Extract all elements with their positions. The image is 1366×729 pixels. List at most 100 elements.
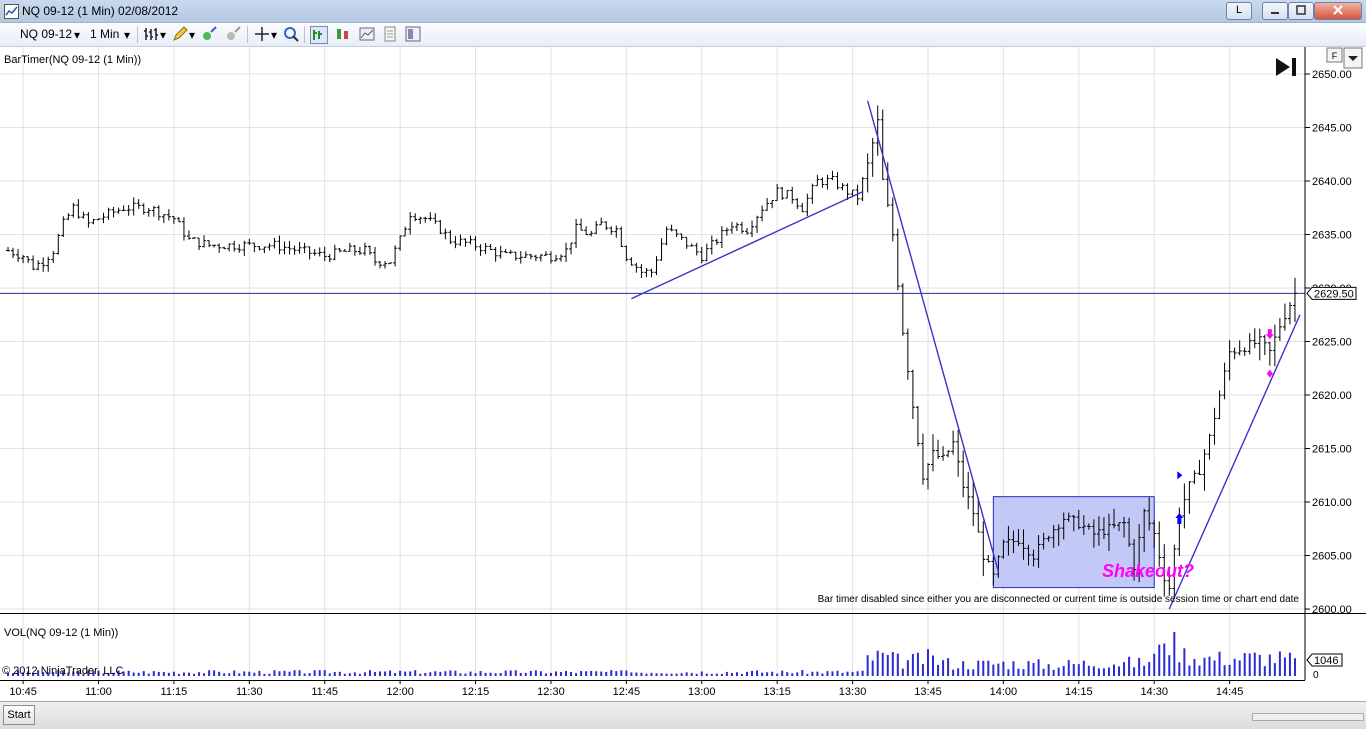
volume-bar bbox=[484, 672, 487, 676]
zoom-in-icon[interactable] bbox=[201, 26, 217, 42]
volume-bar bbox=[233, 670, 236, 676]
volume-bar bbox=[479, 671, 482, 676]
volume-bar bbox=[363, 672, 366, 676]
volume-bar bbox=[228, 673, 231, 676]
volume-bar bbox=[1193, 658, 1196, 676]
volume-bar bbox=[655, 673, 658, 676]
volume-bar bbox=[730, 672, 733, 676]
volume-bar bbox=[580, 671, 583, 676]
arrow-up-marker bbox=[1175, 513, 1184, 525]
bar-timer-message: Bar timer disabled since either you are … bbox=[818, 594, 1300, 605]
maximize-icon[interactable] bbox=[1288, 2, 1314, 20]
price-chart[interactable]: 2600.00 2605.00 2610.00 2615.00 2620.00 2625.… bbox=[0, 47, 1366, 614]
toolbar-separator bbox=[304, 26, 305, 43]
volume-bar bbox=[203, 673, 206, 676]
volume-bar bbox=[1107, 667, 1110, 676]
x-tick-label: 14:45 bbox=[1216, 686, 1244, 698]
signal-markers bbox=[1175, 329, 1274, 525]
strategies-icon[interactable] bbox=[335, 26, 351, 42]
volume-bar bbox=[1203, 657, 1206, 676]
volume-bar bbox=[313, 670, 316, 676]
volume-bar bbox=[826, 671, 829, 676]
volume-bar bbox=[368, 670, 371, 676]
f-button-label: F bbox=[1332, 51, 1338, 61]
volume-bar bbox=[474, 673, 477, 676]
bar-type-dropdown-icon[interactable]: ▾ bbox=[160, 28, 166, 42]
volume-bar bbox=[932, 655, 935, 676]
crosshair-dropdown-icon[interactable]: ▾ bbox=[271, 28, 277, 42]
volume-bar bbox=[811, 671, 814, 676]
volume-bar bbox=[952, 669, 955, 676]
volume-bar bbox=[695, 673, 698, 676]
volume-bar bbox=[142, 671, 145, 676]
volume-bar bbox=[831, 671, 834, 676]
volume-bar bbox=[690, 672, 693, 676]
volume-bar bbox=[444, 671, 447, 676]
minimize-icon[interactable] bbox=[1262, 2, 1288, 20]
y-tick-label: 2600.00 bbox=[1312, 604, 1352, 614]
volume-bar bbox=[856, 671, 859, 676]
volume-bar bbox=[740, 673, 743, 676]
volume-bar bbox=[600, 671, 603, 676]
volume-bar bbox=[766, 672, 769, 676]
drawing-dropdown-icon[interactable]: ▾ bbox=[189, 28, 195, 42]
volume-bar bbox=[891, 651, 894, 676]
chart-properties-icon[interactable] bbox=[359, 26, 375, 42]
volume-bar bbox=[494, 673, 497, 676]
horizontal-scrollbar[interactable] bbox=[1252, 713, 1364, 721]
close-icon[interactable] bbox=[1314, 2, 1362, 20]
volume-bar bbox=[901, 668, 904, 676]
volume-bar bbox=[343, 673, 346, 676]
x-tick-label: 12:15 bbox=[462, 686, 490, 698]
volume-bar bbox=[1168, 655, 1171, 676]
instrument-selector[interactable]: NQ 09-12 bbox=[20, 27, 72, 41]
volume-bar bbox=[454, 670, 457, 676]
volume-bar bbox=[861, 670, 864, 676]
interval-selector[interactable]: 1 Min bbox=[90, 27, 119, 41]
interval-dropdown-icon[interactable]: ▾ bbox=[124, 28, 130, 42]
volume-bar bbox=[781, 670, 784, 676]
data-box-icon[interactable] bbox=[283, 26, 299, 42]
volume-bar bbox=[625, 670, 628, 676]
volume-bar bbox=[283, 670, 286, 676]
volume-bar bbox=[1097, 668, 1100, 676]
go-to-end-icon[interactable] bbox=[1276, 58, 1296, 76]
volume-bar bbox=[182, 672, 185, 676]
start-button[interactable]: Start bbox=[3, 705, 35, 725]
volume-bar bbox=[1283, 657, 1286, 676]
volume-bar bbox=[1158, 644, 1161, 676]
volume-bar bbox=[846, 671, 849, 676]
volume-axis-zero: 0 bbox=[1313, 670, 1319, 680]
link-button[interactable]: L bbox=[1226, 2, 1252, 20]
volume-bar bbox=[1173, 631, 1176, 676]
indicators-icon[interactable] bbox=[310, 26, 328, 44]
volume-bar bbox=[1042, 668, 1045, 676]
volume-bar bbox=[881, 652, 884, 676]
volume-bar bbox=[947, 658, 950, 676]
volume-bar bbox=[539, 671, 542, 676]
instrument-dropdown-icon[interactable]: ▾ bbox=[74, 28, 80, 42]
volume-bar bbox=[1062, 665, 1065, 676]
volume-bar bbox=[791, 673, 794, 676]
volume-bar bbox=[132, 672, 135, 676]
volume-bar bbox=[987, 660, 990, 676]
volume-bar bbox=[238, 673, 241, 676]
volume-bar bbox=[293, 670, 296, 676]
layout-icon[interactable] bbox=[405, 26, 421, 42]
volume-bar bbox=[942, 660, 945, 676]
zoom-out-icon[interactable] bbox=[225, 26, 241, 42]
crosshair-icon[interactable] bbox=[254, 26, 270, 42]
pencil-icon[interactable] bbox=[172, 26, 188, 42]
volume-bar bbox=[459, 673, 462, 676]
volume-bar bbox=[1118, 666, 1121, 676]
volume-panel[interactable]: VOL(NQ 09-12 (1 Min)) © 2012 NinjaTrader… bbox=[0, 614, 1366, 680]
trendlines[interactable] bbox=[631, 100, 1301, 610]
volume-bar bbox=[1258, 654, 1261, 676]
volume-bar bbox=[559, 672, 562, 676]
volume-bar bbox=[680, 673, 683, 676]
bar-type-icon[interactable] bbox=[143, 26, 159, 42]
volume-bar bbox=[866, 655, 869, 676]
volume-bar bbox=[1153, 653, 1156, 676]
templates-icon[interactable] bbox=[382, 26, 398, 42]
volume-bar bbox=[665, 673, 668, 676]
